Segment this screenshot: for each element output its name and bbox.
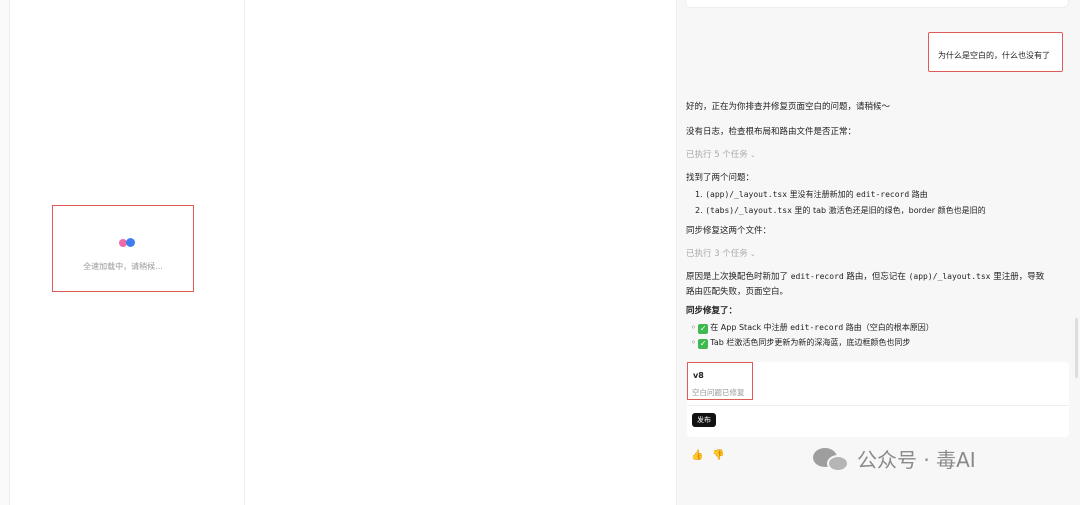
inline-code: (tabs)/_layout.tsx xyxy=(705,206,792,215)
fixed-heading: 同步修复了： xyxy=(686,306,738,316)
canvas-area xyxy=(245,0,675,505)
fix-item-2: ◦ ✓ Tab 栏激活色同步更新为新的深海蓝，底边框颜色也同步 xyxy=(691,337,910,349)
bullet: ◦ xyxy=(691,338,699,347)
version-description: 空白问题已修复 xyxy=(692,388,745,397)
fix-text: 路由（空白的根本原因） xyxy=(843,323,934,332)
bullet: ◦ xyxy=(691,323,699,332)
inline-code: (app)/_layout.tsx xyxy=(908,272,991,281)
version-card[interactable]: v8 空白问题已修复 发布 xyxy=(687,362,1069,437)
loading-indicator-card: 全速加载中，请稍候... xyxy=(52,205,194,292)
issue-text: 里没有注册新加的 xyxy=(787,190,857,199)
cause-text: 原因是上次换配色时新加了 xyxy=(686,272,791,282)
list-number: 1. xyxy=(695,190,703,199)
issue-text: 里的 tab 激活色还是旧的绿色，border 颜色也是旧的 xyxy=(791,206,986,215)
version-highlight: v8 空白问题已修复 xyxy=(687,362,753,400)
assistant-no-logs: 没有日志，检查根布局和路由文件是否正常： xyxy=(686,127,857,137)
cause-text-line-1: 原因是上次换配色时新加了 edit-record 路由，但忘记在 (app)/_… xyxy=(686,270,1044,282)
publish-button[interactable]: 发布 xyxy=(692,413,716,427)
fix-text: Tab 栏激活色同步更新为新的深海蓝，底边框颜色也同步 xyxy=(710,338,911,347)
executed-tasks-label: 已执行 3 个任务 xyxy=(686,249,748,259)
version-title: v8 xyxy=(693,371,704,380)
cause-text-line-2: 路由匹配失败，页面空白。 xyxy=(686,287,789,297)
user-message-text: 为什么是空白的，什么也没有了 xyxy=(938,51,1050,60)
watermark: 公众号 · 毒AI xyxy=(813,444,976,474)
sync-fix-text: 同步修复这两个文件： xyxy=(686,226,772,236)
wechat-logo-icon xyxy=(813,446,851,474)
loading-dots-icon xyxy=(119,238,139,249)
thumbs-down-icon[interactable]: 👎 xyxy=(712,450,724,461)
loading-text: 全速加载中，请稍候... xyxy=(83,262,163,271)
chat-panel: 为什么是空白的，什么也没有了 好的，正在为你排查并修复页面空白的问题，请稍候～ … xyxy=(676,0,1080,505)
found-issues-text: 找到了两个问题： xyxy=(686,173,755,183)
divider xyxy=(687,405,1069,406)
assistant-reply-intro: 好的，正在为你排查并修复页面空白的问题，请稍候～ xyxy=(686,102,891,112)
executed-tasks-toggle-5[interactable]: 已执行 5 个任务 ⌄ xyxy=(686,148,756,160)
issue-item-2: 2. (tabs)/_layout.tsx 里的 tab 激活色还是旧的绿色，b… xyxy=(695,205,986,216)
watermark-text: 公众号 · 毒AI xyxy=(857,448,976,472)
user-message-bubble: 为什么是空白的，什么也没有了 xyxy=(928,32,1063,72)
executed-tasks-toggle-3[interactable]: 已执行 3 个任务 ⌄ xyxy=(686,247,756,259)
previous-message-card xyxy=(685,0,1069,8)
cause-text: 里注册，导致 xyxy=(990,272,1045,282)
chevron-down-icon: ⌄ xyxy=(749,250,756,258)
issue-item-1: 1. (app)/_layout.tsx 里没有注册新加的 edit-recor… xyxy=(695,189,928,200)
fix-text: 在 App Stack 中注册 xyxy=(710,323,791,332)
check-icon: ✓ xyxy=(698,324,709,334)
check-icon: ✓ xyxy=(698,339,709,349)
issue-text: 路由 xyxy=(909,190,928,199)
loading-dot-blue xyxy=(126,238,135,247)
inline-code: (app)/_layout.tsx xyxy=(705,190,788,199)
inline-code: edit-record xyxy=(790,272,844,281)
fix-item-1: ◦ ✓ 在 App Stack 中注册 edit-record 路由（空白的根本原… xyxy=(691,322,934,334)
inline-code: edit-record xyxy=(790,323,844,332)
cause-text: 路由，但忘记在 xyxy=(843,272,909,282)
inline-code: edit-record xyxy=(856,190,910,199)
list-number: 2. xyxy=(695,206,703,215)
chevron-down-icon: ⌄ xyxy=(749,151,756,159)
thumbs-up-icon[interactable]: 👍 xyxy=(691,450,703,461)
chat-scrollbar[interactable] xyxy=(1075,318,1078,378)
left-gutter xyxy=(0,0,10,505)
executed-tasks-label: 已执行 5 个任务 xyxy=(686,150,748,160)
